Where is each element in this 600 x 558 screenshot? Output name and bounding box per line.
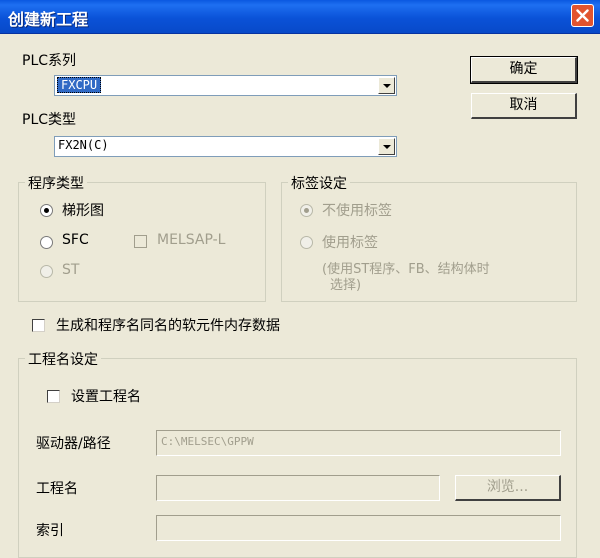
sfc-label: SFC <box>62 232 89 248</box>
use-label-note-line2: 选择) <box>330 278 362 293</box>
no-label-radio[interactable] <box>300 204 313 217</box>
project-name-field[interactable] <box>156 475 440 501</box>
generate-memory-checkbox[interactable] <box>32 319 45 332</box>
program-type-title: 程序类型 <box>25 173 87 193</box>
no-label-text: 不使用标签 <box>322 203 392 219</box>
plc-type-select[interactable]: FX2N(C) <box>54 136 397 157</box>
close-button[interactable] <box>571 4 594 27</box>
plc-series-value: FXCPU <box>57 77 102 93</box>
title-bar[interactable]: 创建新工程 <box>0 0 600 34</box>
set-project-name-label: 设置工程名 <box>71 389 141 405</box>
chevron-down-icon[interactable] <box>378 138 395 155</box>
label-settings-title: 标签设定 <box>288 173 350 193</box>
browse-button[interactable]: 浏览... <box>455 475 561 501</box>
set-project-name-checkbox[interactable] <box>47 390 60 403</box>
index-field[interactable] <box>156 515 561 541</box>
project-name-label: 工程名 <box>36 481 78 497</box>
melsap-checkbox[interactable] <box>134 235 147 248</box>
drive-path-value: C:\MELSEC\GPPW <box>161 435 254 448</box>
use-label-text: 使用标签 <box>322 235 378 251</box>
melsap-label: MELSAP-L <box>157 232 226 248</box>
generate-memory-label: 生成和程序名同名的软元件内存数据 <box>56 318 280 334</box>
plc-type-label: PLC类型 <box>22 112 77 128</box>
ladder-label: 梯形图 <box>62 203 104 219</box>
st-label: ST <box>62 262 80 278</box>
cancel-button[interactable]: 取消 <box>471 93 577 119</box>
st-radio[interactable] <box>40 265 53 278</box>
plc-type-value: FX2N(C) <box>58 138 109 152</box>
plc-series-label: PLC系列 <box>22 53 77 69</box>
ok-button[interactable]: 确定 <box>470 56 578 84</box>
drive-path-label: 驱动器/路径 <box>36 436 111 452</box>
index-label: 索引 <box>36 523 64 539</box>
use-label-radio[interactable] <box>300 236 313 249</box>
project-name-group-title: 工程名设定 <box>25 349 101 369</box>
window-title: 创建新工程 <box>8 10 89 29</box>
drive-path-field[interactable]: C:\MELSEC\GPPW <box>156 430 561 456</box>
ladder-radio[interactable] <box>40 204 53 217</box>
chevron-down-icon[interactable] <box>378 77 395 94</box>
plc-series-select[interactable]: FXCPU <box>54 75 397 96</box>
sfc-radio[interactable] <box>40 236 53 249</box>
